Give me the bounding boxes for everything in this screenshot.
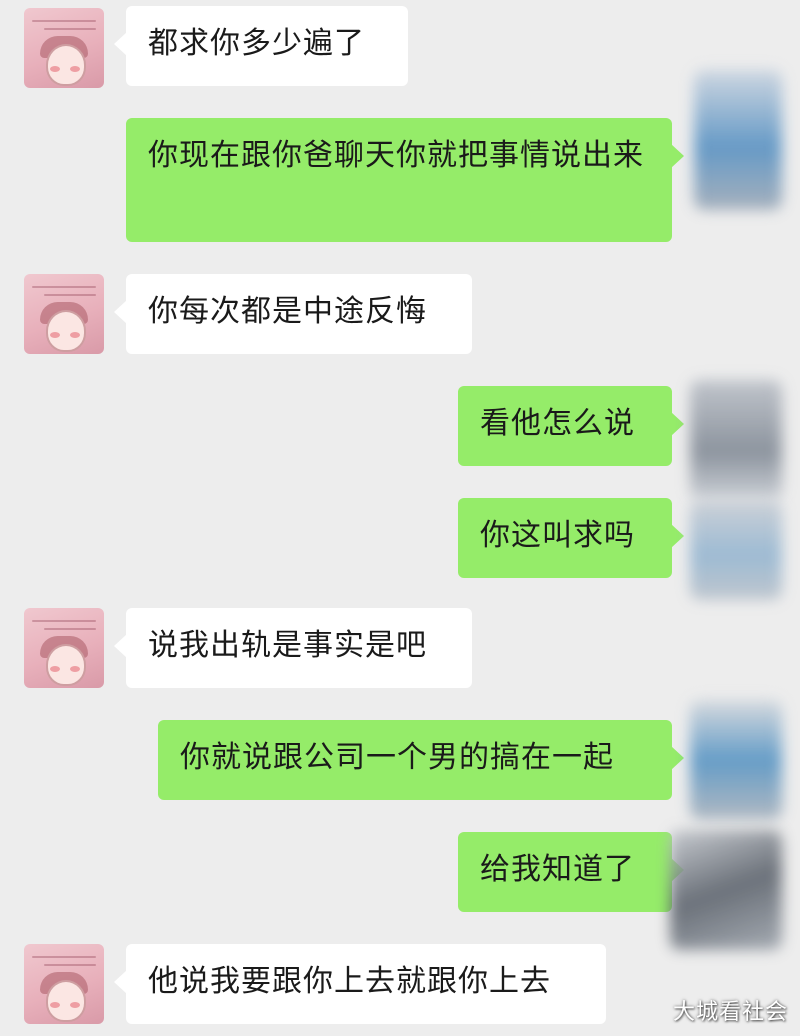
message-text: 你就说跟公司一个男的搞在一起 <box>180 740 614 775</box>
message-bubble-incoming[interactable]: 说我出轨是事实是吧 <box>114 608 472 688</box>
message-bubble-incoming[interactable]: 他说我要跟你上去就跟你上去 <box>114 944 606 1024</box>
message-bubble-outgoing[interactable]: 你这叫求吗 <box>458 498 684 578</box>
message-text: 他说我要跟你上去就跟你上去 <box>148 964 551 999</box>
contact-avatar-icon[interactable] <box>24 944 104 1024</box>
message-bubble-outgoing[interactable]: 你就说跟公司一个男的搞在一起 <box>158 720 684 800</box>
message-text: 都求你多少遍了 <box>148 26 365 61</box>
message-text: 你每次都是中途反悔 <box>148 294 427 329</box>
contact-avatar-icon[interactable] <box>24 8 104 88</box>
message-text: 看他怎么说 <box>480 406 635 441</box>
message-bubble-incoming[interactable]: 都求你多少遍了 <box>114 6 408 86</box>
message-text: 你现在跟你爸聊天你就把事情说出来 <box>148 138 644 173</box>
own-avatar-icon[interactable] <box>690 380 782 500</box>
own-avatar-icon[interactable] <box>694 70 782 210</box>
message-bubble-outgoing[interactable]: 看他怎么说 <box>458 386 684 466</box>
message-text: 你这叫求吗 <box>480 518 635 553</box>
chat-area: 都求你多少遍了 你现在跟你爸聊天你就把事情说出来 你每次都是中途反悔 看他怎么说… <box>0 0 800 1036</box>
own-avatar-icon[interactable] <box>690 700 782 820</box>
contact-avatar-icon[interactable] <box>24 274 104 354</box>
message-text: 给我知道了 <box>480 852 635 887</box>
own-avatar-icon[interactable] <box>690 500 782 600</box>
contact-avatar-icon[interactable] <box>24 608 104 688</box>
own-avatar-icon[interactable] <box>670 830 782 950</box>
watermark-text: 大城看社会 <box>672 1000 788 1025</box>
message-bubble-outgoing[interactable]: 你现在跟你爸聊天你就把事情说出来 <box>126 118 684 242</box>
message-text: 说我出轨是事实是吧 <box>148 628 427 663</box>
message-bubble-incoming[interactable]: 你每次都是中途反悔 <box>114 274 472 354</box>
message-bubble-outgoing[interactable]: 给我知道了 <box>458 832 684 912</box>
